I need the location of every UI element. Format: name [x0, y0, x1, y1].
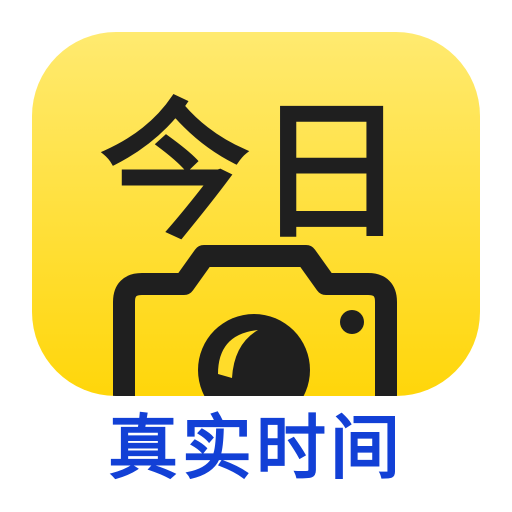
tagline: 真实时间: [108, 407, 404, 489]
app-icon-graphic: 今日: [32, 32, 480, 396]
app-icon-canvas: 今日 真实时间: [0, 0, 512, 512]
logo-wordmark: 今日: [100, 86, 412, 260]
camera-flash-dot: [340, 310, 364, 334]
app-icon: 今日: [32, 32, 480, 396]
